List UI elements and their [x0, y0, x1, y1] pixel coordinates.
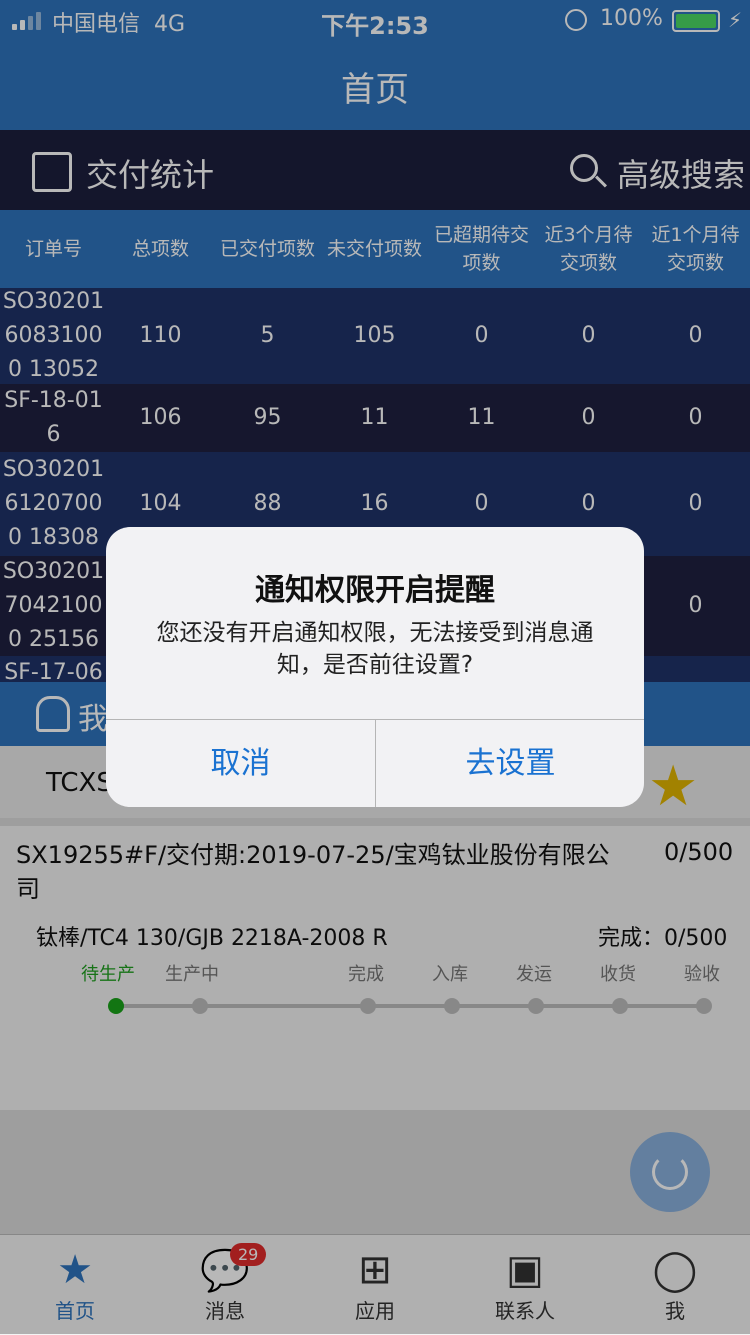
dialog-title: 通知权限开启提醒: [255, 573, 495, 608]
go-settings-button[interactable]: 去设置: [376, 720, 644, 807]
notification-permission-dialog: 通知权限开启提醒 您还没有开启通知权限，无法接受到消息通知，是否前往设置? 取消…: [106, 527, 644, 807]
cancel-button[interactable]: 取消: [106, 720, 375, 807]
dialog-message: 您还没有开启通知权限，无法接受到消息通知，是否前往设置?: [156, 620, 594, 678]
